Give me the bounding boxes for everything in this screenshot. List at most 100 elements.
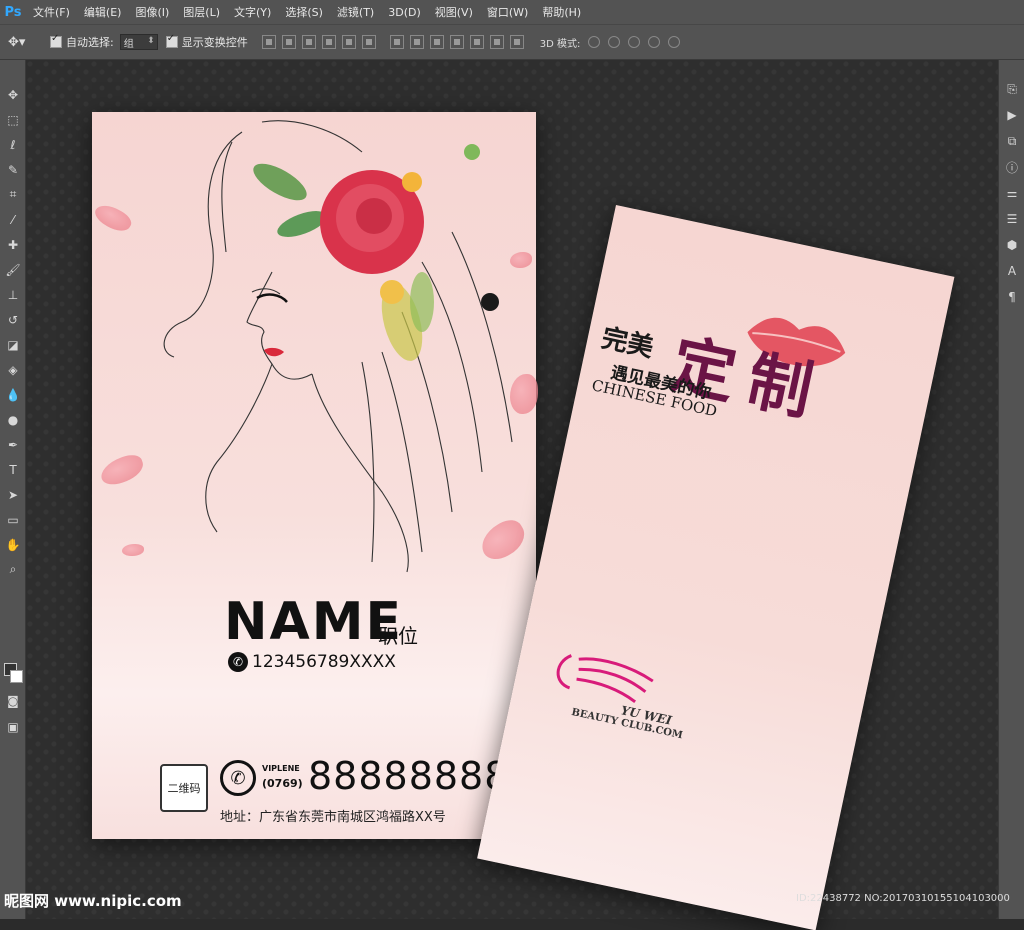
woman-line-art-illustration [163,120,513,573]
menu-type[interactable]: 文字(Y) [227,4,278,20]
nipic-watermark: 昵图网 www.nipic.com [4,892,182,910]
move-tool-preset-icon[interactable]: ✥▾ [8,32,42,52]
history-panel-icon[interactable]: ⎘ [999,76,1024,102]
3d-mode-buttons [588,36,681,48]
3d-mode-label: 3D 模式: [539,38,581,50]
history-brush-tool-icon[interactable]: ↺ [0,307,26,332]
quick-select-tool-icon[interactable]: ✎ [0,157,26,182]
3d-roll-icon[interactable] [608,36,621,48]
auto-select-checkbox[interactable] [50,33,62,48]
marquee-tool-icon[interactable]: ⬚ [0,107,26,132]
3d-rotate-icon[interactable] [588,36,601,48]
rose-center-shape [356,198,392,234]
job-title-label: 职位 [378,624,418,648]
business-card-back: 完美 定制 遇见最美的你 CHINESE FOOD YU WEI BEAUTY … [477,205,955,930]
leaf-shape [253,163,307,201]
menu-view[interactable]: 视图(V) [428,4,480,20]
crop-tool-icon[interactable]: ⌗ [0,182,26,207]
menu-file[interactable]: 文件(F) [26,4,77,20]
auto-align-icon[interactable] [509,35,524,49]
menu-layer[interactable]: 图层(L) [176,4,227,20]
menu-bar: Ps 文件(F) 编辑(E) 图像(I) 图层(L) 文字(Y) 选择(S) 滤… [0,0,1024,24]
menu-image[interactable]: 图像(I) [128,4,176,20]
3d-pan-icon[interactable] [628,36,641,48]
blur-tool-icon[interactable]: 💧 [0,382,26,407]
align-hcenter-icon[interactable] [341,35,356,49]
type-tool-icon[interactable]: T [0,457,26,482]
align-buttons [261,35,376,49]
move-tool-icon[interactable]: ✥ [0,82,26,107]
eraser-tool-icon[interactable]: ◪ [0,332,26,357]
distribute-hcenter-icon[interactable] [469,35,484,49]
viplene-label: VIPLENE [262,764,300,773]
align-right-icon[interactable] [361,35,376,49]
mobile-phone-row: ✆ 123456789XXXX [228,652,396,672]
screen-mode-icon[interactable]: ▣ [0,714,26,739]
character-panel-icon[interactable]: A [999,258,1024,284]
auto-select-label: 自动选择: [66,36,114,49]
address-text: 地址：广东省东莞市南城区鸿福路XX号 [220,810,446,825]
align-top-icon[interactable] [261,35,276,49]
eyedropper-tool-icon[interactable]: ⁄ [0,207,26,232]
image-id-text: ID:22438772 NO:20170310155104103000 [796,893,1010,904]
beauty-club-logo-icon [556,654,654,704]
distribute-top-icon[interactable] [389,35,404,49]
show-transform-checkbox[interactable] [165,33,178,48]
document-canvas[interactable]: NAME 职位 ✆ 123456789XXXX 二维码 ✆ VIPLENE (0… [26,60,998,930]
panel-dock: ⎘ ▶ ⧉ ⓘ ⚌ ☰ ⬢ A ¶ [998,60,1024,919]
menu-3d[interactable]: 3D(D) [381,6,428,19]
tools-panel-header[interactable] [0,60,25,82]
actions-panel-icon[interactable]: ▶ [999,102,1024,128]
area-code-label: (0769) [262,777,303,790]
show-transform-label: 显示变换控件 [181,36,248,49]
hand-tool-icon[interactable]: ✋ [0,532,26,557]
lips-shape [264,347,284,357]
paragraph-panel-icon[interactable]: ¶ [999,284,1024,310]
menu-window[interactable]: 窗口(W) [480,4,535,20]
perfect-headline: 完美 [598,323,657,364]
adjustments-panel-icon[interactable]: ⚌ [999,180,1024,206]
menu-help[interactable]: 帮助(H) [535,4,588,20]
mobile-phone-number: 123456789XXXX [252,652,396,672]
clone-stamp-tool-icon[interactable]: ⊥ [0,282,26,307]
lasso-tool-icon[interactable]: ℓ [0,132,26,157]
distribute-vcenter-icon[interactable] [409,35,424,49]
path-select-tool-icon[interactable]: ➤ [0,482,26,507]
background-color-swatch[interactable] [10,670,23,683]
paint-bucket-tool-icon[interactable]: ◈ [0,357,26,382]
black-flower-shape [481,293,499,311]
quick-mask-icon[interactable]: ◙ [0,688,26,713]
options-bar: ✥▾ 自动选择: 组 显示变换控件 3D 模式: [0,24,1024,60]
info-panel-icon[interactable]: ⓘ [999,154,1024,180]
auto-select-dropdown[interactable]: 组 [119,34,158,50]
small-flower-shape [402,172,422,192]
layer-comps-panel-icon[interactable]: ⧉ [999,128,1024,154]
name-heading: NAME [224,592,404,652]
rectangle-tool-icon[interactable]: ▭ [0,507,26,532]
brush-tool-icon[interactable]: 🖌 [0,257,26,282]
telephone-icon: ✆ [220,760,256,796]
landline-number: 88888888 [308,754,510,798]
distribute-bottom-icon[interactable] [429,35,444,49]
distribute-right-icon[interactable] [489,35,504,49]
healing-brush-tool-icon[interactable]: ✚ [0,232,26,257]
menu-edit[interactable]: 编辑(E) [77,4,129,20]
3d-scale-icon[interactable] [668,36,681,48]
photoshop-logo: Ps [4,4,22,20]
eyelashes-shape [256,293,288,303]
distribute-left-icon[interactable] [449,35,464,49]
align-bottom-icon[interactable] [301,35,316,49]
distribute-buttons [389,35,524,49]
pen-tool-icon[interactable]: ✒ [0,432,26,457]
align-left-icon[interactable] [321,35,336,49]
dodge-tool-icon[interactable]: ● [0,407,26,432]
3d-panel-icon[interactable]: ⬢ [999,232,1024,258]
properties-panel-icon[interactable]: ☰ [999,206,1024,232]
small-flower-shape [464,144,480,160]
zoom-tool-icon[interactable]: ⌕ [0,557,26,582]
menu-filter[interactable]: 滤镜(T) [330,4,381,20]
align-vcenter-icon[interactable] [281,35,296,49]
panel-dock-header[interactable] [999,60,1024,76]
menu-select[interactable]: 选择(S) [278,4,330,20]
3d-slide-icon[interactable] [648,36,661,48]
